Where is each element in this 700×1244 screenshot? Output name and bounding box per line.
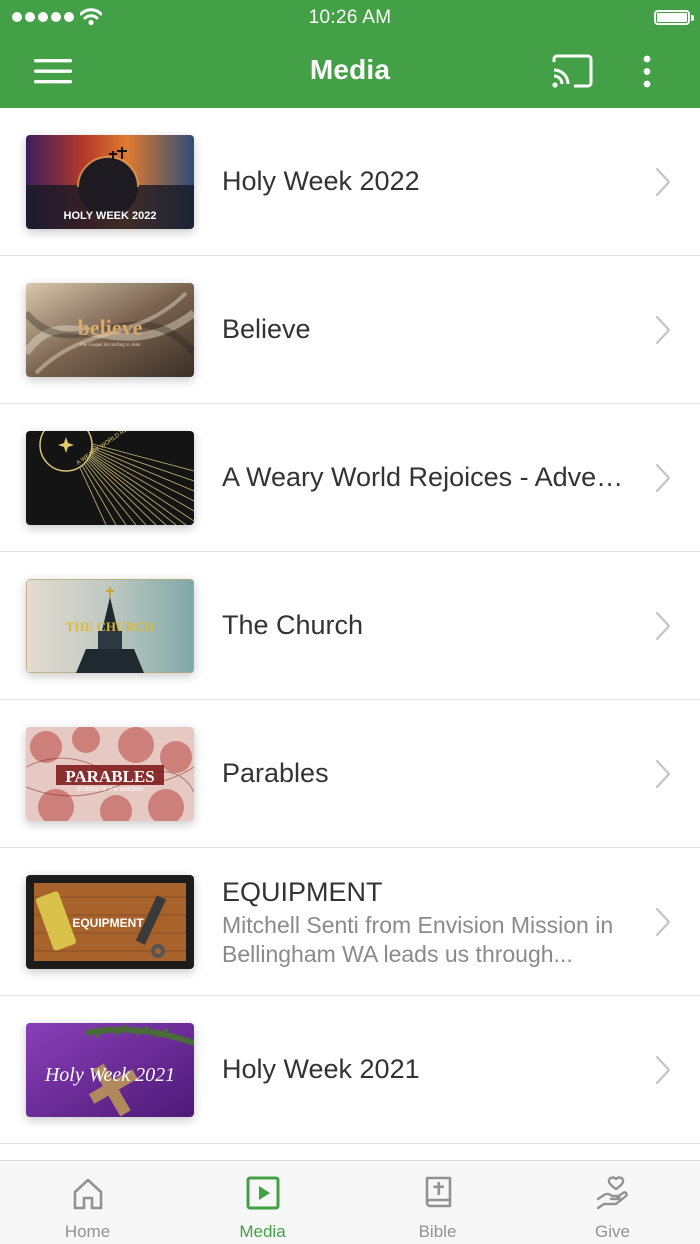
- cast-icon: [552, 54, 593, 88]
- media-thumbnail: HOLY WEEK 2022: [26, 135, 194, 229]
- thumbnail-subtext: STORIES OF THE KINGDOM: [77, 787, 144, 793]
- media-list-item[interactable]: THE CHURCH The Church: [0, 552, 700, 700]
- chevron-right-icon: [655, 907, 671, 937]
- tab-home[interactable]: Home: [0, 1161, 175, 1244]
- navigation-bar: Media: [0, 36, 700, 108]
- bible-icon: [425, 1176, 451, 1208]
- media-list-item[interactable]: Holy Week 2021 Holy Week 2021: [0, 996, 700, 1144]
- chevron-right-icon: [655, 315, 671, 345]
- cast-button[interactable]: [548, 52, 596, 92]
- tab-bar: Home Media Bible Give: [0, 1160, 700, 1244]
- media-thumbnail: A WEARY WORLD REJOICES: [26, 431, 194, 525]
- media-title: Holy Week 2021: [222, 1054, 420, 1084]
- media-title: Parables: [222, 758, 329, 788]
- tab-label: Media: [239, 1222, 286, 1241]
- thumbnail-text: EQUIPMENT: [72, 916, 144, 930]
- media-title: Believe: [222, 314, 311, 344]
- chevron-right-icon: [655, 167, 671, 197]
- chevron-right-icon: [655, 1055, 671, 1085]
- tab-media[interactable]: Media: [175, 1161, 350, 1244]
- media-list-item[interactable]: PARABLES STORIES OF THE KINGDOM Parables: [0, 700, 700, 848]
- media-title: A Weary World Rejoices - Advent 2021: [222, 462, 632, 492]
- tab-label: Home: [64, 1222, 111, 1241]
- media-thumbnail: believe The Gospel According to John: [26, 283, 194, 377]
- media-title: Holy Week 2022: [222, 166, 420, 196]
- play-icon: [246, 1176, 279, 1210]
- thumbnail-subtext: The Gospel According to John: [79, 343, 141, 348]
- media-description: Mitchell Senti from Envision Mission in …: [222, 912, 614, 967]
- thumbnail-text: HOLY WEEK 2022: [64, 210, 157, 222]
- media-thumbnail: EQUIPMENT: [26, 875, 194, 969]
- more-vertical-icon: [643, 55, 651, 88]
- tab-bible[interactable]: Bible: [350, 1161, 525, 1244]
- chevron-right-icon: [655, 611, 671, 641]
- media-thumbnail: Holy Week 2021: [26, 1023, 194, 1117]
- media-thumbnail: THE CHURCH: [26, 579, 194, 673]
- media-list: HOLY WEEK 2022 Holy Week 2022 believe Th…: [0, 108, 700, 1144]
- thumbnail-text: believe: [78, 315, 143, 340]
- more-options-button[interactable]: [632, 52, 662, 92]
- status-bar: 10:26 AM: [0, 0, 700, 36]
- tab-label: Give: [595, 1222, 630, 1241]
- media-thumbnail: PARABLES STORIES OF THE KINGDOM: [26, 727, 194, 821]
- status-time: 10:26 AM: [308, 7, 392, 28]
- media-list-item[interactable]: EQUIPMENT EQUIPMENT Mitchell Senti from …: [0, 848, 700, 996]
- tab-give[interactable]: Give: [525, 1161, 700, 1244]
- media-list-item[interactable]: HOLY WEEK 2022 Holy Week 2022: [0, 108, 700, 256]
- media-list-item[interactable]: A WEARY WORLD REJOICES A Weary World Rej…: [0, 404, 700, 552]
- tab-label: Bible: [418, 1222, 457, 1241]
- battery-icon: [654, 10, 694, 25]
- thumbnail-text: THE CHURCH: [66, 619, 154, 634]
- thumbnail-text: Holy Week 2021: [44, 1064, 175, 1086]
- media-title: EQUIPMENT: [222, 877, 383, 907]
- app-header: 10:26 AM Media: [0, 0, 700, 108]
- home-icon: [73, 1178, 102, 1210]
- chevron-right-icon: [655, 463, 671, 493]
- thumbnail-text: PARABLES: [65, 767, 154, 786]
- chevron-right-icon: [655, 759, 671, 789]
- media-list-item[interactable]: believe The Gospel According to John Bel…: [0, 256, 700, 404]
- give-icon: [596, 1176, 628, 1210]
- media-title: The Church: [222, 610, 364, 640]
